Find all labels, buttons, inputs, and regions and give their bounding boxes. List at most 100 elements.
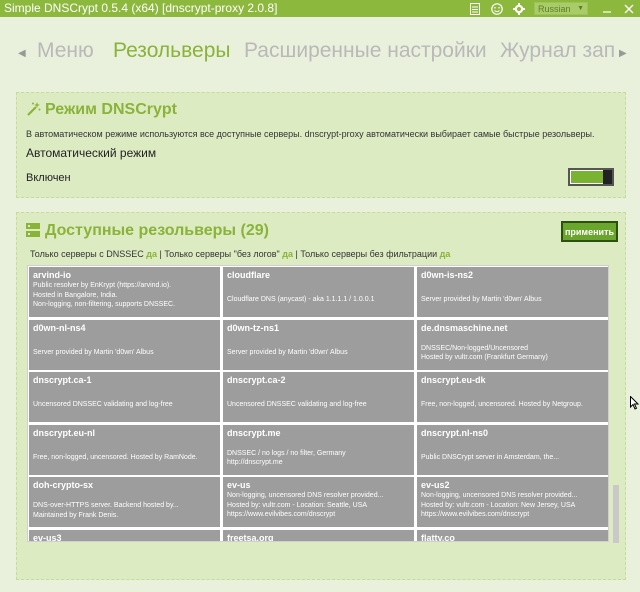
resolver-grid-scrollbar[interactable] bbox=[613, 485, 619, 543]
resolver-card[interactable]: dnscrypt.eu-dk Free, non-logged, uncensor… bbox=[417, 372, 608, 422]
title-bar: Simple DNSCrypt 0.5.4 (x64) [dnscrypt-pr… bbox=[0, 0, 640, 17]
resolver-description: DNSSEC/Non-logged/Uncensored bbox=[421, 344, 528, 352]
resolver-card[interactable]: doh-crypto-sx DNS-over-HTTPS server. Back… bbox=[29, 477, 220, 527]
resolver-card[interactable]: flatty.coPlain Vanilla setup of dnscrypt… bbox=[417, 529, 608, 542]
resolver-description: Hosted by: vultr.com - Location: Seattle… bbox=[227, 501, 368, 509]
apply-button[interactable]: применить bbox=[561, 221, 618, 242]
tab-prev-icon[interactable]: ◀ bbox=[18, 33, 26, 73]
tab-strip: ◀ Меню Резольверы Расширенные настройки … bbox=[0, 33, 640, 73]
minimize-icon bbox=[603, 10, 611, 13]
resolver-description: Cloudflare DNS (anycast) - aka 1.1.1.1 /… bbox=[227, 296, 375, 303]
auto-mode-state: Включен bbox=[26, 172, 71, 184]
filter-dnssec-label: Только серверы с DNSSEC bbox=[30, 249, 144, 259]
resolver-name: d0wn-tz-ns1 bbox=[227, 322, 280, 333]
filter-nofilter-label: Только серверы без фильтрации bbox=[300, 249, 438, 259]
filter-nolog-toggle[interactable]: да bbox=[282, 249, 293, 259]
close-button[interactable] bbox=[618, 0, 640, 17]
resolver-card[interactable]: dnscrypt.me DNSSEC / no logs / no filter,… bbox=[223, 424, 414, 475]
chevron-down-icon: ▼ bbox=[577, 5, 584, 12]
resolver-filters: Только серверы с DNSSEC да | Только серв… bbox=[30, 249, 450, 259]
language-select[interactable]: Russian ▼ bbox=[534, 2, 588, 15]
resolver-description: Free, non-logged, uncensored. Hosted by … bbox=[33, 453, 198, 461]
tab-advanced-settings[interactable]: Расширенные настройки bbox=[244, 39, 487, 63]
resolver-card[interactable]: ev-us2 Non-logging, uncensored DNS resolv… bbox=[417, 477, 608, 527]
resolver-description: Public resolver by EnKrypt (https://arvi… bbox=[33, 282, 172, 289]
smiley-icon[interactable] bbox=[486, 0, 508, 17]
filter-nolog-label: Только серверы "без логов" bbox=[164, 249, 280, 259]
resolver-name: ev-us bbox=[227, 480, 251, 490]
resolvers-panel: Доступные резольверы (29) применить Толь… bbox=[16, 212, 626, 580]
resolver-card[interactable]: freetsa.org bbox=[223, 529, 414, 542]
resolver-description: https://www.evilvibes.com/dnscrypt bbox=[421, 511, 530, 518]
resolver-card[interactable]: arvind-io Public resolver by EnKrypt (htt… bbox=[29, 267, 220, 317]
resolver-name: dnscrypt.eu-nl bbox=[33, 427, 96, 438]
minimize-button[interactable] bbox=[596, 0, 618, 17]
resolver-card[interactable]: dnscrypt.nl-ns0 Public DNSCrypt server in… bbox=[417, 424, 608, 475]
resolver-card[interactable]: ev-us3Non-logging, uncensored DNS resolv… bbox=[29, 529, 220, 542]
filter-nofilter-toggle[interactable]: да bbox=[440, 249, 451, 259]
tab-resolvers[interactable]: Резольверы bbox=[113, 39, 230, 63]
filter-dnssec-toggle[interactable]: да bbox=[146, 249, 157, 259]
filter-separator: | bbox=[159, 249, 162, 259]
resolver-name: dnscrypt.ca-1 bbox=[33, 375, 92, 385]
resolver-description: Free, non-logged, uncensored. Hosted by … bbox=[421, 401, 583, 408]
tab-next-icon[interactable]: ▶ bbox=[619, 33, 627, 73]
tab-menu[interactable]: Меню bbox=[37, 39, 94, 63]
resolver-name: d0wn-is-ns2 bbox=[421, 270, 474, 280]
close-icon bbox=[624, 4, 634, 13]
resolver-card[interactable]: dnscrypt.ca-1 Uncensored DNSSEC validatin… bbox=[29, 372, 220, 422]
resolver-description: Hosted by vultr.com (Frankfurt Germany) bbox=[421, 354, 548, 361]
resolver-description: DNS-over-HTTPS server. Backend hosted by… bbox=[33, 502, 179, 509]
resolver-name: ev-us3 bbox=[33, 532, 62, 542]
toggle-knob bbox=[603, 170, 612, 184]
toggle-fill bbox=[571, 171, 603, 183]
resolver-description: Uncensored DNSSEC validating and log-fre… bbox=[227, 401, 367, 408]
mouse-cursor-icon bbox=[630, 395, 640, 410]
resolver-name: ev-us2 bbox=[421, 480, 450, 490]
resolver-card[interactable]: dnscrypt.eu-nl Free, non-logged, uncensor… bbox=[29, 424, 220, 475]
resolver-description: Non-logging, uncensored DNS resolver pro… bbox=[421, 492, 578, 499]
resolver-grid: arvind-io Public resolver by EnKrypt (htt… bbox=[27, 265, 609, 542]
resolver-card[interactable]: d0wn-tz-ns1 Server provided by Martin 'd0… bbox=[223, 319, 414, 370]
resolver-card[interactable]: cloudflare Cloudflare DNS (anycast) - aka… bbox=[223, 267, 414, 317]
dnscrypt-mode-panel: Режим DNSCrypt В автоматическом режиме и… bbox=[16, 92, 626, 198]
resolver-description: Hosted by: vultr.com - Location: New Jer… bbox=[421, 501, 576, 509]
magic-wand-icon bbox=[26, 102, 41, 122]
resolver-card[interactable]: ev-us Non-logging, uncensored DNS resolve… bbox=[223, 477, 414, 527]
dnscrypt-mode-description: В автоматическом режиме используются все… bbox=[26, 129, 595, 139]
resolver-name: dnscrypt.me bbox=[227, 427, 281, 438]
resolver-card[interactable]: d0wn-is-ns2 Server provided by Martin 'd0… bbox=[417, 267, 608, 317]
auto-mode-label: Автоматический режим bbox=[26, 146, 157, 160]
resolver-description: DNSSEC / no logs / no filter, Germany bbox=[227, 449, 346, 457]
resolver-description: Server provided by Martin 'd0wn' Albus bbox=[33, 348, 154, 356]
window-title: Simple DNSCrypt 0.5.4 (x64) [dnscrypt-pr… bbox=[4, 1, 278, 15]
resolvers-title: Доступные резольверы (29) bbox=[45, 222, 269, 239]
resolver-description: Non-logging, non-filtering, supports DNS… bbox=[33, 301, 176, 308]
resolver-description: Server provided by Martin 'd0wn' Albus bbox=[421, 296, 542, 303]
resolver-name: freetsa.org bbox=[227, 532, 274, 542]
resolver-name: dnscrypt.eu-dk bbox=[421, 375, 486, 385]
auto-mode-toggle[interactable] bbox=[568, 168, 614, 186]
resolver-name: de.dnsmaschine.net bbox=[421, 322, 508, 333]
resolver-description: http://dnscrypt.me bbox=[227, 459, 283, 466]
resolver-description: Public DNSCrypt server in Amsterdam, the… bbox=[421, 453, 560, 461]
resolver-name: dnscrypt.nl-ns0 bbox=[421, 427, 489, 438]
resolver-name: flatty.co bbox=[421, 532, 455, 542]
resolver-card[interactable]: de.dnsmaschine.net DNSSEC/Non-logged/Unce… bbox=[417, 319, 608, 370]
resolver-name: doh-crypto-sx bbox=[33, 480, 94, 490]
language-value: Russian bbox=[538, 3, 571, 14]
gear-icon[interactable] bbox=[508, 0, 530, 17]
resolver-name: dnscrypt.ca-2 bbox=[227, 375, 286, 385]
resolver-card[interactable]: d0wn-nl-ns4 Server provided by Martin 'd0… bbox=[29, 319, 220, 370]
server-icon bbox=[26, 223, 40, 242]
resolver-description: https://www.evilvibes.com/dnscrypt bbox=[227, 511, 336, 518]
resolver-card[interactable]: dnscrypt.ca-2 Uncensored DNSSEC validatin… bbox=[223, 372, 414, 422]
tab-query-log[interactable]: Журнал зап bbox=[500, 39, 615, 63]
resolver-description: Hosted in Bangalore, India. bbox=[33, 291, 118, 299]
log-icon[interactable] bbox=[464, 0, 486, 17]
resolver-name: arvind-io bbox=[33, 270, 72, 280]
resolver-description: Non-logging, uncensored DNS resolver pro… bbox=[227, 492, 384, 499]
resolver-name: d0wn-nl-ns4 bbox=[33, 322, 86, 333]
resolver-name: cloudflare bbox=[227, 270, 271, 280]
filter-separator: | bbox=[295, 249, 298, 259]
